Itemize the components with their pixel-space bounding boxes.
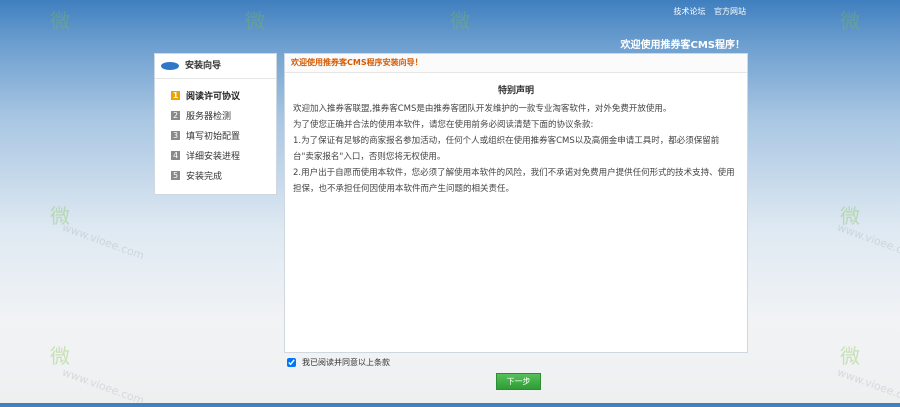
official-site-link[interactable]: 官方网站: [714, 7, 746, 16]
watermark-url: www.vioee.com: [835, 220, 900, 263]
license-heading: 特别声明: [497, 86, 534, 96]
install-wizard-sidebar: 安装向导 1 阅读许可协议 2 服务器检测 3 填写初始配置 4 详细安装进程 …: [154, 53, 277, 195]
panel-header: 欢迎使用推券客CMS程序安装向导！: [285, 54, 747, 73]
step-number-badge: 3: [171, 130, 180, 140]
step-label: 填写初始配置: [186, 131, 241, 142]
license-panel: 欢迎使用推券客CMS程序安装向导！ 特别声明 欢迎加入推券客联盟,推券客CMS是…: [284, 53, 748, 353]
step-item-license: 1 阅读许可协议: [171, 85, 276, 105]
license-paragraph: 欢迎加入推券客联盟,推券客CMS是由推券客团队开发维护的一款专业淘客软件，对外免…: [293, 104, 672, 114]
step-label: 安装完成: [186, 171, 223, 182]
license-paragraph: 1.为了保证有足够的商家报名参加活动，任何个人或组织在使用推券客CMS以及高佣金…: [293, 136, 720, 162]
watermark-url: www.vioee.com: [60, 220, 146, 263]
watermark-wei: 微: [245, 9, 265, 33]
step-item-install-progress: 4 详细安装进程: [171, 145, 276, 165]
watermark-wei: 微: [840, 204, 860, 228]
watermark-wei: 微: [450, 9, 470, 33]
watermark-url: www.vioee.com: [835, 365, 900, 407]
next-step-button[interactable]: 下一步: [496, 373, 541, 390]
license-paragraph: 为了使您正确并合法的使用本软件，请您在使用前务必阅读清楚下面的协议条款:: [293, 120, 594, 130]
step-item-complete: 5 安装完成: [171, 165, 276, 185]
watermark-wei: 微: [840, 344, 860, 368]
forum-link[interactable]: 技术论坛: [673, 7, 705, 16]
sidebar-header: 安装向导: [155, 54, 276, 79]
agree-label: 我已阅读并同意以上条款: [302, 358, 390, 367]
watermark-wei: 微: [840, 9, 860, 33]
step-number-badge: 1: [171, 90, 180, 100]
watermark-wei: 微: [50, 204, 70, 228]
agree-checkbox[interactable]: [287, 358, 296, 367]
license-paragraph: 2.用户出于自愿而使用本软件，您必须了解使用本软件的风险，我们不承诺对免费用户提…: [293, 168, 735, 194]
license-text-area[interactable]: 特别声明 欢迎加入推券客联盟,推券客CMS是由推券客团队开发维护的一款专业淘客软…: [285, 73, 747, 207]
agree-checkbox-row[interactable]: 我已阅读并同意以上条款: [287, 357, 390, 368]
step-number-badge: 2: [171, 110, 180, 120]
welcome-title: 欢迎使用推券客CMS程序！: [620, 40, 746, 51]
sidebar-title: 安装向导: [185, 61, 222, 71]
step-label: 阅读许可协议: [186, 91, 241, 102]
step-label: 详细安装进程: [186, 151, 241, 162]
wizard-logo-icon: [161, 62, 179, 70]
step-number-badge: 4: [171, 150, 180, 160]
top-links: 技术论坛 官方网站: [667, 6, 746, 17]
step-item-server-check: 2 服务器检测: [171, 105, 276, 125]
step-number-badge: 5: [171, 170, 180, 180]
watermark-wei: 微: [50, 9, 70, 33]
step-label: 服务器检测: [186, 111, 232, 122]
watermark-url: www.vioee.com: [60, 365, 146, 407]
watermark-wei: 微: [50, 344, 70, 368]
step-list: 1 阅读许可协议 2 服务器检测 3 填写初始配置 4 详细安装进程 5 安装完…: [155, 79, 276, 185]
step-item-config: 3 填写初始配置: [171, 125, 276, 145]
